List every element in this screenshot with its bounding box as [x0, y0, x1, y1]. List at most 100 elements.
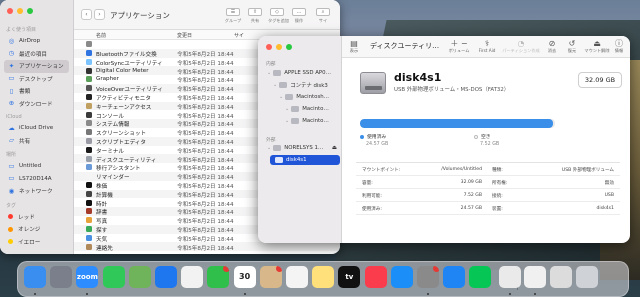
view-button[interactable]: ▤ 表示 [344, 39, 364, 54]
disk-label: NORELSYS 1… [284, 145, 324, 151]
zoom-button[interactable] [286, 44, 292, 50]
chevron-down-icon[interactable]: ⌄ [285, 106, 289, 112]
info-value: USB 外部物理ボリューム [561, 168, 614, 173]
launchpad-icon[interactable] [50, 266, 73, 288]
trash-icon[interactable] [575, 266, 598, 288]
column-name[interactable]: 名前 [96, 32, 106, 39]
chevron-left-icon: ‹ [85, 11, 88, 18]
disk-label: コンテナ disk3 [290, 83, 328, 89]
sidebar-item[interactable]: ⊕ ダウンロード [4, 98, 69, 111]
facetime-icon[interactable] [207, 266, 230, 288]
sidebar-item[interactable]: ◷ 最近の項目 [4, 48, 69, 61]
disk-sidebar-item[interactable]: ⌄ APPLE SSD AP0… [264, 68, 340, 78]
desktop-icon: ▭ [8, 74, 15, 83]
forward-button[interactable]: › [94, 9, 105, 20]
safari-compass-icon[interactable] [155, 266, 177, 288]
maps-icon[interactable] [128, 266, 151, 288]
chevron-down-icon[interactable]: ⌄ [267, 70, 271, 76]
sidebar-item[interactable]: ◎ AirDrop [4, 35, 69, 48]
share-button[interactable]: ⇪ 共有 [246, 8, 264, 24]
sidebar-item[interactable]: オレンジ [4, 223, 69, 236]
disk-name: disk4s1 [394, 71, 442, 84]
chevron-down-icon[interactable]: ⌄ [273, 82, 277, 88]
disk-sidebar-item[interactable]: ⌄ コンテナ disk3 [270, 80, 340, 90]
system-settings-icon[interactable] [417, 266, 439, 288]
back-button[interactable]: ‹ [81, 9, 92, 20]
contacts-icon[interactable] [259, 266, 282, 288]
disk-icon [291, 106, 300, 112]
tv-icon[interactable]: tv [338, 266, 361, 288]
app-icon [86, 208, 92, 215]
stethoscope-icon: ⚕ [484, 39, 490, 48]
sidebar-item[interactable]: イエロー [4, 236, 69, 249]
disk-sidebar-item[interactable]: ⌄ Macinto… [282, 104, 340, 114]
disk-sidebar-item[interactable]: ⌄ Macintosh… [276, 92, 340, 102]
close-button[interactable] [266, 44, 272, 50]
disk-sidebar-item[interactable]: disk4s1 [270, 155, 340, 165]
finder-icon[interactable] [24, 266, 46, 288]
sidebar-item[interactable]: ▭ デスクトップ [4, 73, 69, 86]
sidebar-item[interactable]: ▭ Untitled [4, 160, 69, 173]
disk-image-icon[interactable] [550, 266, 572, 288]
view-group-button[interactable]: ☰ グループ [224, 8, 242, 24]
info-key: 接続: [492, 194, 503, 199]
disk-sidebar-item[interactable]: ⌄ NORELSYS 1… ⏏ [264, 143, 340, 153]
sidebar-item[interactable]: ☁ iCloud Drive [4, 122, 69, 135]
messages-icon[interactable] [102, 266, 125, 288]
disk-label: APPLE SSD AP0… [284, 70, 331, 76]
sidebar-item[interactable]: ✦ アプリケーション [4, 60, 69, 73]
sidebar-item[interactable]: ◉ ネットワーク [4, 185, 69, 198]
disk-icon [275, 157, 283, 163]
tv-label: tv [345, 273, 354, 281]
line-icon[interactable] [469, 266, 492, 288]
safari-icon[interactable] [443, 266, 466, 288]
app-icon [86, 243, 92, 250]
action-button[interactable]: … 操作 [290, 8, 308, 24]
app-icon [86, 226, 92, 233]
app-name: 連絡先 [96, 245, 113, 252]
info-row: 使用済み: 24.57 GB 装置: disk4s1 [356, 202, 620, 215]
first-aid-button[interactable]: ⚕ First Aid [470, 39, 504, 53]
eject-icon[interactable]: ⏏ [332, 145, 340, 151]
notification-badge [275, 266, 282, 272]
disk-description: USB 外部物理ボリューム・MS-DOS（FAT32） [394, 87, 510, 93]
table-row[interactable]: 連絡先 令和5年8月2日 18:44 [74, 242, 340, 252]
sidebar-item[interactable]: ▱ 共有 [4, 135, 69, 148]
sidebar-item-label: オレンジ [18, 227, 41, 234]
tag-color-dot [8, 214, 13, 220]
minimize-button[interactable] [17, 8, 23, 14]
chevron-down-icon[interactable]: ⌄ [267, 145, 271, 151]
app-store-icon[interactable] [390, 266, 413, 288]
preview-icon[interactable] [524, 266, 547, 288]
calendar-icon[interactable]: 30 [233, 266, 256, 288]
info-row: 利用可能: 7.52 GB 接続: USB [356, 189, 620, 202]
sidebar-item[interactable]: ▭ LS720D14A [4, 173, 69, 186]
reminders-icon[interactable] [286, 266, 308, 288]
sidebar-heading: よく使う項目 [6, 27, 37, 33]
chevron-down-icon[interactable]: ⌄ [285, 118, 289, 124]
disk-sidebar-item[interactable]: ⌄ Macinto… [282, 116, 340, 126]
zoom-button[interactable] [27, 8, 33, 14]
notes-icon[interactable] [312, 266, 335, 288]
close-button[interactable] [7, 8, 13, 14]
zoom-icon[interactable]: zoom [76, 266, 99, 288]
partition-button[interactable]: ◔ パーティション作成 [500, 39, 542, 54]
photos-icon[interactable] [181, 266, 204, 288]
sidebar-heading: 場所 [6, 152, 17, 158]
search-button[interactable]: ⌕ サイ [314, 8, 332, 24]
add-tags-button[interactable]: ◇ タグを追加 [268, 8, 289, 24]
sidebar-item[interactable]: レッド [4, 211, 69, 224]
info-key: マウントポイント: [362, 168, 401, 173]
column-size[interactable]: サイ [234, 32, 244, 39]
cloud-icon: ☁ [8, 123, 15, 132]
sidebar-item-label: LS720D14A [19, 175, 52, 182]
finder-2-icon[interactable] [498, 266, 521, 288]
info-button[interactable]: ⓘ 情報 [607, 39, 630, 54]
column-date[interactable]: 変更日 [177, 32, 192, 39]
minimize-button[interactable] [276, 44, 282, 50]
sidebar-item-label: ネットワーク [19, 189, 53, 196]
share-icon: ⇪ [248, 8, 262, 16]
music-icon[interactable] [364, 266, 387, 288]
sidebar-item[interactable]: ▯ 書類 [4, 85, 69, 98]
chevron-down-icon[interactable]: ⌄ [279, 94, 283, 100]
